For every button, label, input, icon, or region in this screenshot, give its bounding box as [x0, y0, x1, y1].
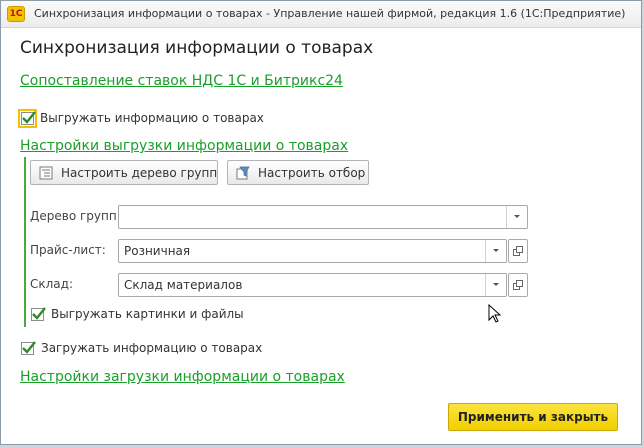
- group-tree-label: Дерево групп:: [30, 209, 121, 223]
- group-tree-dropdown-button[interactable]: [506, 206, 527, 228]
- import-products-label: Загружать информацию о товарах: [41, 341, 263, 355]
- warehouse-value: Склад материалов: [124, 278, 243, 292]
- warehouse-open-button[interactable]: [508, 273, 528, 297]
- checkmark-icon: [22, 111, 36, 124]
- chevron-down-icon: [493, 249, 499, 252]
- price-list-value: Розничная: [124, 244, 191, 258]
- price-list-label: Прайс-лист:: [30, 243, 106, 257]
- warehouse-label: Склад:: [30, 277, 73, 291]
- export-images-checkbox[interactable]: [31, 307, 46, 321]
- checkmark-icon: [22, 341, 36, 354]
- chevron-down-icon: [514, 215, 520, 218]
- vat-mapping-link[interactable]: Сопоставление ставок НДС 1С и Битрикс24: [20, 73, 343, 89]
- open-window-icon: [513, 246, 523, 256]
- checkmark-icon: [32, 307, 46, 320]
- app-logo-icon: 1С: [7, 6, 25, 22]
- export-products-label: Выгружать информацию о товарах: [40, 111, 264, 125]
- title-bar: 1С Синхронизация информации о товарах - …: [1, 1, 641, 28]
- warehouse-field[interactable]: Склад материалов: [118, 273, 507, 297]
- price-list-dropdown-button[interactable]: [485, 240, 506, 262]
- configure-group-tree-label: Настроить дерево групп: [61, 166, 218, 180]
- mouse-cursor-icon: [488, 304, 502, 323]
- open-window-icon: [513, 280, 523, 290]
- configure-filter-button[interactable]: Настроить отбор: [227, 160, 369, 185]
- export-products-checkbox[interactable]: [18, 109, 37, 128]
- import-settings-link[interactable]: Настройки загрузки информации о товарах: [20, 369, 345, 385]
- export-group-divider: [24, 157, 26, 327]
- configure-filter-label: Настроить отбор: [258, 166, 366, 180]
- export-images-label: Выгружать картинки и файлы: [51, 307, 244, 321]
- dialog-window: 1С Синхронизация информации о товарах - …: [0, 0, 642, 445]
- configure-group-tree-button[interactable]: Настроить дерево групп: [30, 160, 218, 185]
- filter-icon: [236, 166, 250, 180]
- list-tree-icon: [39, 166, 53, 180]
- group-tree-field[interactable]: [118, 205, 528, 229]
- apply-and-close-button[interactable]: Применить и закрыть: [448, 403, 618, 431]
- form-title: Синхронизация информации о товарах: [20, 38, 374, 58]
- chevron-down-icon: [493, 283, 499, 286]
- export-settings-link[interactable]: Настройки выгрузки информации о товарах: [20, 138, 348, 154]
- price-list-open-button[interactable]: [508, 239, 528, 263]
- window-title: Синхронизация информации о товарах - Упр…: [34, 7, 626, 20]
- price-list-field[interactable]: Розничная: [118, 239, 507, 263]
- warehouse-dropdown-button[interactable]: [485, 274, 506, 296]
- import-products-checkbox[interactable]: [21, 341, 36, 355]
